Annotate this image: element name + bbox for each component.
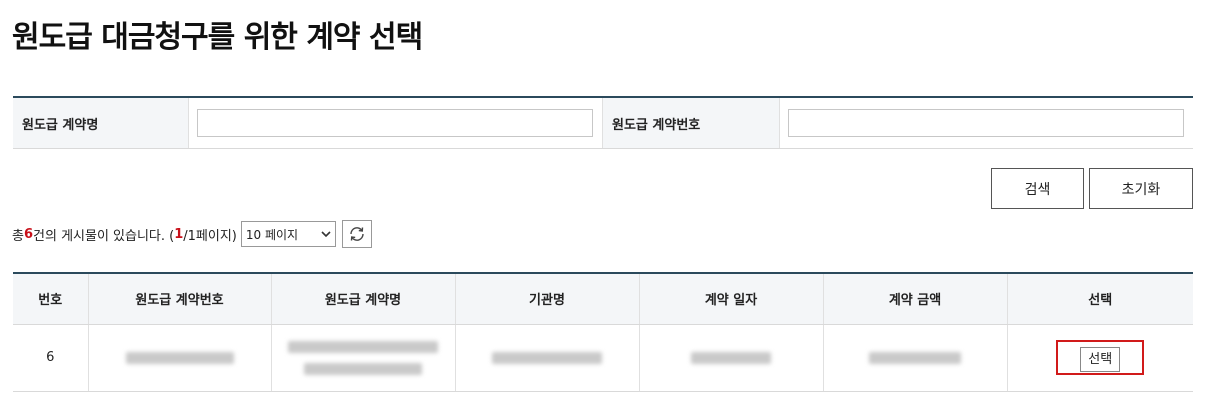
contract-no-input[interactable] bbox=[788, 109, 1184, 137]
row-contract-no-redacted bbox=[87, 324, 271, 392]
contract-name-input[interactable] bbox=[197, 109, 593, 137]
reset-button[interactable]: 초기화 bbox=[1089, 168, 1193, 209]
contract-name-label: 원도급 계약명 bbox=[13, 98, 189, 148]
header-contract-date: 계약 일자 bbox=[638, 273, 823, 325]
current-page: 1 bbox=[174, 226, 184, 242]
summary-rest: /1페이지) bbox=[183, 228, 237, 244]
refresh-button[interactable] bbox=[341, 220, 372, 248]
row-no: 6 bbox=[13, 324, 88, 392]
refresh-icon bbox=[350, 227, 364, 241]
row-select-cell: 선택 bbox=[1006, 324, 1193, 392]
search-button[interactable]: 검색 bbox=[991, 168, 1084, 209]
table-header-row: 번호 원도급 계약번호 원도급 계약명 기관명 계약 일자 계약 금액 선택 bbox=[13, 273, 1193, 325]
header-contract-no: 원도급 계약번호 bbox=[87, 273, 271, 325]
row-agency-redacted bbox=[454, 324, 639, 392]
chevron-down-icon bbox=[321, 231, 331, 238]
header-agency: 기관명 bbox=[454, 273, 639, 325]
row-date-redacted bbox=[638, 324, 823, 392]
contract-no-cell bbox=[780, 98, 1193, 148]
page-size-value: 10 페이지 bbox=[245, 227, 299, 242]
select-highlight: 선택 bbox=[1056, 340, 1145, 375]
summary-mid: 건의 게시물이 있습니다. ( bbox=[33, 228, 175, 244]
row-amount-redacted bbox=[822, 324, 1007, 392]
search-form: 원도급 계약명 원도급 계약번호 bbox=[13, 96, 1193, 149]
page-size-select[interactable]: 10 페이지 bbox=[240, 221, 336, 247]
header-contract-amount: 계약 금액 bbox=[822, 273, 1007, 325]
select-button[interactable]: 선택 bbox=[1080, 347, 1121, 372]
header-contract-name: 원도급 계약명 bbox=[270, 273, 455, 325]
row-contract-name-redacted bbox=[270, 324, 455, 392]
result-summary: 총 6 건의 게시물이 있습니다. (1 /1페이지) 10 페이지 bbox=[12, 220, 372, 248]
contract-name-cell bbox=[189, 98, 602, 148]
contract-table: 번호 원도급 계약번호 원도급 계약명 기관명 계약 일자 계약 금액 선택 6… bbox=[13, 272, 1193, 392]
page-title: 원도급 대금청구를 위한 계약 선택 bbox=[12, 20, 423, 55]
header-no: 번호 bbox=[13, 273, 88, 325]
header-select: 선택 bbox=[1006, 273, 1193, 325]
total-count: 6 bbox=[23, 226, 34, 242]
table-row: 6 선택 bbox=[13, 324, 1193, 392]
summary-prefix: 총 bbox=[12, 228, 24, 244]
contract-no-label: 원도급 계약번호 bbox=[602, 98, 780, 148]
